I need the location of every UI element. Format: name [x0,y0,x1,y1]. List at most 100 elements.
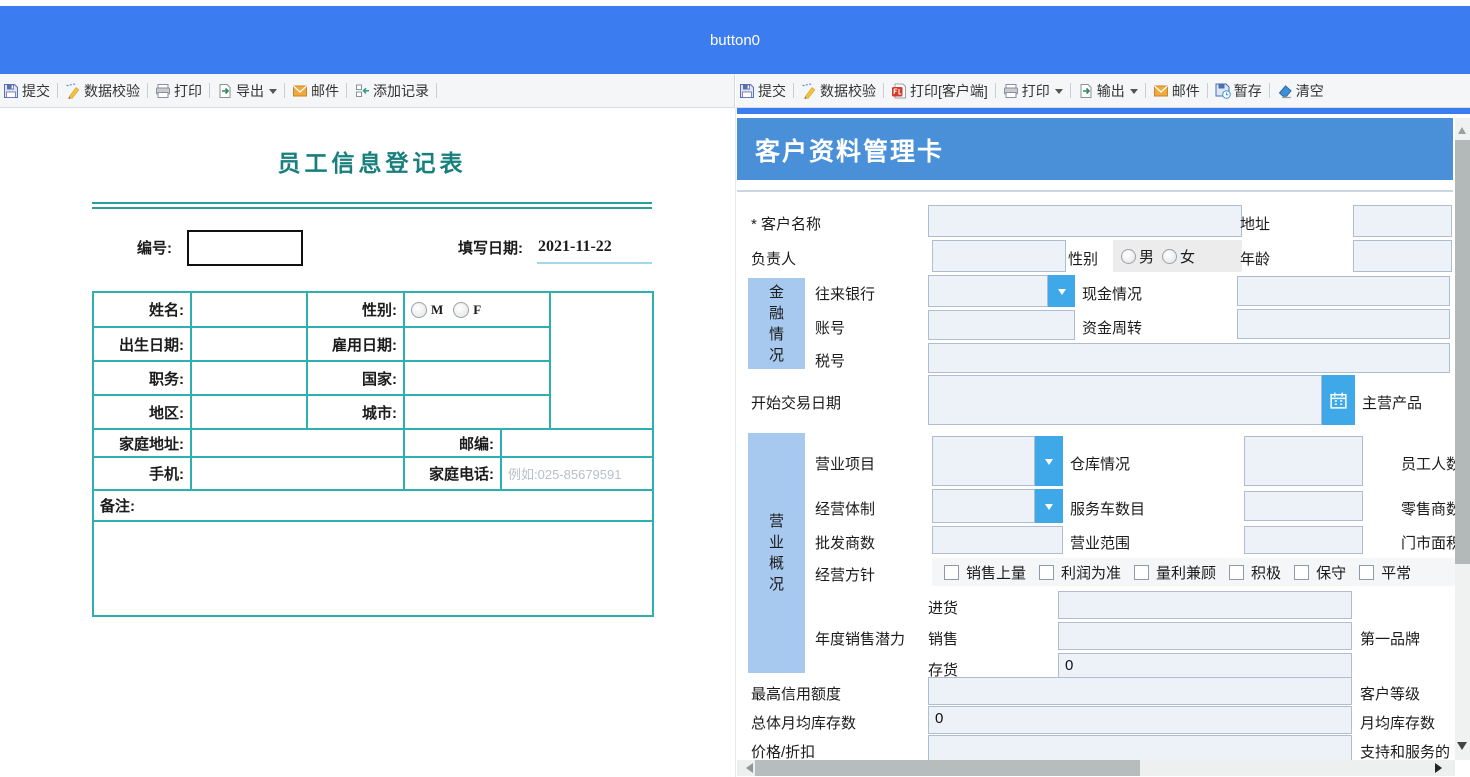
female-radio[interactable] [1162,248,1178,264]
mail-button[interactable]: 邮件 [292,81,339,101]
submit-label: 提交 [758,82,786,99]
mobile-input-cell[interactable] [190,456,405,491]
policy-option[interactable]: 平常 [1359,562,1411,583]
gender-f-radio[interactable] [453,302,470,319]
hire-input-cell[interactable] [403,326,551,362]
system-dropdown-button[interactable] [1035,489,1063,523]
employee-form-panel: 员工信息登记表 编号: 填写日期: 2021-11-22 姓名: 性别: MF … [0,114,735,777]
notes-input-cell[interactable] [92,520,654,617]
gender-label: 性别 [1068,251,1099,268]
vehicles-input[interactable] [1244,491,1363,521]
age-input[interactable] [1353,240,1452,272]
business-items-select[interactable] [932,436,1035,486]
submit-button[interactable]: 提交 [3,81,50,101]
purchase-input[interactable] [1058,591,1352,619]
region-label: 地区: [149,404,184,422]
scroll-down-icon[interactable] [1457,742,1467,755]
scroll-up-icon[interactable] [1458,123,1466,134]
button0[interactable]: button0 [710,32,760,49]
print-button[interactable]: 打印 [1003,81,1063,101]
zip-input-cell[interactable] [500,428,654,458]
cash-input[interactable] [1237,276,1450,306]
horizontal-scroll-thumb[interactable] [755,760,1140,776]
scope-input[interactable] [1244,526,1363,554]
position-input-cell[interactable] [190,360,308,396]
customer-name-input[interactable] [928,205,1242,237]
validate-button[interactable]: 数据校验 [801,81,876,101]
validate-icon [801,83,817,99]
business-items-dropdown-button[interactable] [1035,436,1063,486]
mail-button[interactable]: 邮件 [1153,81,1200,101]
policy-option[interactable]: 量利兼顾 [1134,562,1216,583]
age-label: 年龄 [1240,251,1271,268]
fill-date-underline [537,262,652,264]
bank-dropdown-button[interactable] [1048,275,1075,307]
sales-input[interactable] [1058,622,1352,650]
print-client-button[interactable]: 打印[客户端] [891,81,988,101]
home-phone-input-cell[interactable]: 例如:025-85679591 [500,456,654,491]
credit-input[interactable] [928,677,1352,705]
monthly-total-input[interactable]: 0 [928,706,1352,734]
tax-input[interactable] [928,343,1450,373]
policy-option[interactable]: 积极 [1229,562,1281,583]
home-address-input-cell[interactable] [190,428,405,458]
save-temp-button[interactable]: 暂存 [1215,81,1262,101]
checkbox-icon[interactable] [1294,564,1310,580]
country-input-cell[interactable] [403,360,551,396]
output-button[interactable]: 输出 [1078,81,1138,101]
warehouse-input[interactable] [1244,436,1363,486]
mail-label: 邮件 [311,82,339,99]
address-input[interactable] [1353,205,1452,237]
birth-input-cell[interactable] [190,326,308,362]
checkbox-icon[interactable] [1039,564,1055,580]
checkbox-icon[interactable] [1134,564,1150,580]
export-button[interactable]: 导出 [217,81,277,101]
male-radio[interactable] [1121,248,1136,264]
policy-option[interactable]: 保守 [1294,562,1346,583]
employee-table: 姓名: 性别: MF 出生日期: 雇用日期: 职务: 国家: 地区: 城市: 家… [92,291,654,617]
policy-option[interactable]: 销售上量 [944,562,1026,583]
city-input-cell[interactable] [403,394,551,430]
panel-divider [735,108,736,777]
checkbox-icon[interactable] [944,564,959,580]
print-button[interactable]: 打印 [155,81,202,101]
submit-button[interactable]: 提交 [739,81,786,101]
id-input[interactable] [187,230,303,266]
trade-date-input[interactable] [928,375,1322,425]
validate-label: 数据校验 [84,82,140,99]
gender-m-radio[interactable] [411,302,427,319]
credit-label: 最高信用额度 [751,686,842,703]
checkbox-icon[interactable] [1359,564,1375,580]
chevron-down-icon [1129,88,1138,98]
female-label: 女 [1180,248,1196,266]
account-input[interactable] [928,310,1075,340]
wholesalers-input[interactable] [932,526,1063,554]
header-divider [737,190,1453,192]
horizontal-scrollbar[interactable] [737,760,1455,776]
purchase-label: 进货 [928,600,959,617]
scroll-right-icon[interactable] [1435,763,1447,773]
toolbar-separator [793,83,794,98]
bank-select[interactable] [928,275,1048,307]
grade-label: 客户等级 [1360,686,1421,703]
vertical-scrollbar[interactable] [1455,118,1470,760]
price-input[interactable] [928,735,1352,763]
scroll-left-icon[interactable] [741,763,753,773]
vertical-scroll-thumb[interactable] [1455,140,1470,564]
export-label: 导出 [236,82,264,99]
region-input-cell[interactable] [190,394,308,430]
manager-input[interactable] [932,240,1066,272]
policy-option[interactable]: 利润为准 [1039,562,1121,583]
checkbox-icon[interactable] [1229,564,1245,580]
calendar-button[interactable] [1322,375,1355,425]
capital-label: 资金周转 [1082,320,1143,337]
clear-button[interactable]: 清空 [1277,81,1324,101]
system-select[interactable] [932,489,1035,523]
validate-button[interactable]: 数据校验 [65,81,140,101]
name-input-cell[interactable] [190,291,308,328]
chevron-down-icon [1045,459,1053,469]
add-record-button[interactable]: 添加记录 [354,81,429,101]
chevron-down-icon [269,88,277,98]
customer-form-panel: 客户资料管理卡 * 客户名称 地址 负责人 性别 男 女 年龄 金融情况 往来银… [737,114,1470,777]
capital-input[interactable] [1237,309,1450,339]
